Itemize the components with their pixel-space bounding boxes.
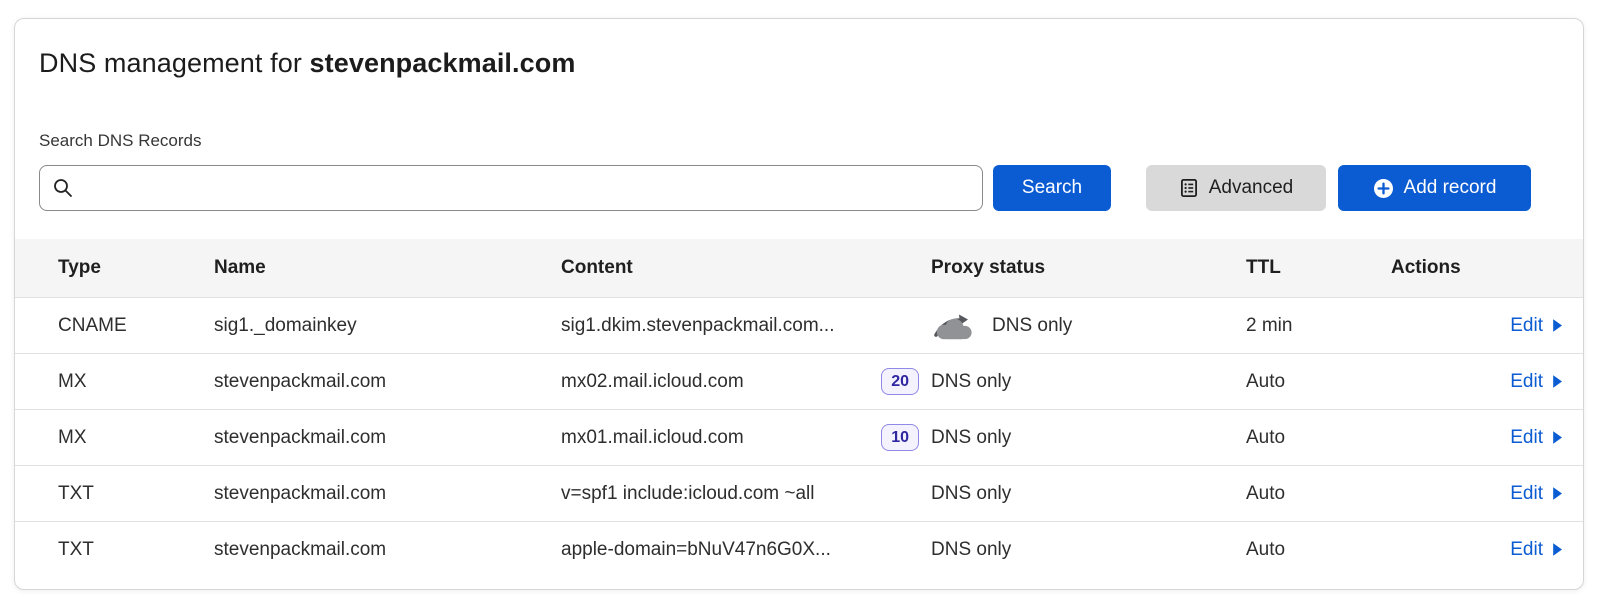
edit-record-link[interactable]: Edit — [1510, 539, 1563, 561]
record-proxy-status: DNS only — [992, 315, 1072, 337]
edit-arrow-icon — [1552, 486, 1563, 501]
column-header-name: Name — [214, 257, 561, 279]
search-input[interactable] — [39, 165, 983, 211]
column-header-type: Type — [58, 257, 214, 279]
edit-record-link[interactable]: Edit — [1510, 315, 1563, 337]
record-proxy-cell: DNS only — [931, 483, 1246, 505]
record-type: MX — [58, 371, 214, 393]
record-type: CNAME — [58, 315, 214, 337]
record-ttl: Auto — [1246, 539, 1391, 561]
edit-record-link[interactable]: Edit — [1510, 483, 1563, 505]
dns-records-table: Type Name Content Proxy status TTL Actio… — [15, 239, 1583, 577]
column-header-proxy-status: Proxy status — [931, 257, 1246, 279]
record-type: MX — [58, 427, 214, 449]
record-ttl: Auto — [1246, 483, 1391, 505]
edit-arrow-icon — [1552, 318, 1563, 333]
dns-record-row: TXT stevenpackmail.com apple-domain=bNuV… — [15, 521, 1583, 577]
dns-record-row: MX stevenpackmail.com mx01.mail.icloud.c… — [15, 409, 1583, 465]
record-actions-cell: Edit — [1391, 539, 1563, 561]
record-actions-cell: Edit — [1391, 371, 1563, 393]
table-header-row: Type Name Content Proxy status TTL Actio… — [15, 239, 1583, 297]
record-proxy-status: DNS only — [931, 539, 1011, 561]
record-content-cell: mx01.mail.icloud.com 10 — [561, 424, 931, 451]
search-icon — [52, 177, 74, 199]
record-proxy-status: DNS only — [931, 371, 1011, 393]
edit-record-label: Edit — [1510, 483, 1543, 505]
record-content-cell: apple-domain=bNuV47n6G0X... — [561, 539, 931, 561]
plus-circle-icon — [1373, 178, 1394, 199]
edit-arrow-icon — [1552, 430, 1563, 445]
edit-arrow-icon — [1552, 542, 1563, 557]
column-header-content: Content — [561, 257, 931, 279]
record-content-cell: mx02.mail.icloud.com 20 — [561, 368, 931, 395]
record-content-cell: v=spf1 include:icloud.com ~all — [561, 483, 931, 505]
add-record-button-label: Add record — [1404, 177, 1497, 199]
priority-badge: 20 — [881, 368, 919, 395]
column-header-ttl: TTL — [1246, 257, 1391, 279]
dns-only-cloud-icon — [931, 310, 977, 341]
column-header-actions: Actions — [1391, 257, 1563, 279]
record-type: TXT — [58, 483, 214, 505]
record-name: stevenpackmail.com — [214, 427, 561, 449]
search-button[interactable]: Search — [993, 165, 1111, 211]
record-actions-cell: Edit — [1391, 315, 1563, 337]
advanced-list-icon — [1179, 178, 1199, 198]
record-proxy-cell: DNS only — [931, 427, 1246, 449]
record-name: stevenpackmail.com — [214, 483, 561, 505]
search-box — [39, 165, 983, 211]
record-ttl: 2 min — [1246, 315, 1391, 337]
record-type: TXT — [58, 539, 214, 561]
record-proxy-cell: DNS only — [931, 539, 1246, 561]
record-name: stevenpackmail.com — [214, 371, 561, 393]
record-actions-cell: Edit — [1391, 483, 1563, 505]
record-content: apple-domain=bNuV47n6G0X... — [561, 539, 831, 561]
record-content: mx02.mail.icloud.com — [561, 371, 744, 393]
record-proxy-cell: DNS only — [931, 371, 1246, 393]
dns-management-card: DNS management for stevenpackmail.com Se… — [14, 18, 1584, 590]
record-name: sig1._domainkey — [214, 315, 561, 337]
advanced-button-label: Advanced — [1209, 177, 1294, 199]
edit-record-label: Edit — [1510, 371, 1543, 393]
record-ttl: Auto — [1246, 371, 1391, 393]
table-body: CNAME sig1._domainkey sig1.dkim.stevenpa… — [15, 297, 1583, 577]
search-toolbar: Search Advanced A — [39, 165, 1559, 211]
search-label: Search DNS Records — [39, 131, 1559, 151]
record-name: stevenpackmail.com — [214, 539, 561, 561]
dns-record-row: CNAME sig1._domainkey sig1.dkim.stevenpa… — [15, 297, 1583, 353]
record-content-cell: sig1.dkim.stevenpackmail.com... — [561, 315, 931, 337]
record-proxy-status: DNS only — [931, 483, 1011, 505]
record-ttl: Auto — [1246, 427, 1391, 449]
record-proxy-status: DNS only — [931, 427, 1011, 449]
edit-record-link[interactable]: Edit — [1510, 427, 1563, 449]
record-proxy-cell: DNS only — [931, 310, 1246, 341]
priority-badge: 10 — [881, 424, 919, 451]
record-content: mx01.mail.icloud.com — [561, 427, 744, 449]
edit-record-label: Edit — [1510, 427, 1543, 449]
edit-record-link[interactable]: Edit — [1510, 371, 1563, 393]
page-title-domain: stevenpackmail.com — [310, 48, 576, 78]
page-title-prefix: DNS management for — [39, 48, 310, 78]
dns-record-row: TXT stevenpackmail.com v=spf1 include:ic… — [15, 465, 1583, 521]
dns-record-row: MX stevenpackmail.com mx02.mail.icloud.c… — [15, 353, 1583, 409]
edit-arrow-icon — [1552, 374, 1563, 389]
advanced-button[interactable]: Advanced — [1146, 165, 1326, 211]
page-title: DNS management for stevenpackmail.com — [39, 47, 1559, 79]
edit-record-label: Edit — [1510, 315, 1543, 337]
record-content: sig1.dkim.stevenpackmail.com... — [561, 315, 835, 337]
record-content: v=spf1 include:icloud.com ~all — [561, 483, 814, 505]
record-actions-cell: Edit — [1391, 427, 1563, 449]
add-record-button[interactable]: Add record — [1338, 165, 1531, 211]
edit-record-label: Edit — [1510, 539, 1543, 561]
